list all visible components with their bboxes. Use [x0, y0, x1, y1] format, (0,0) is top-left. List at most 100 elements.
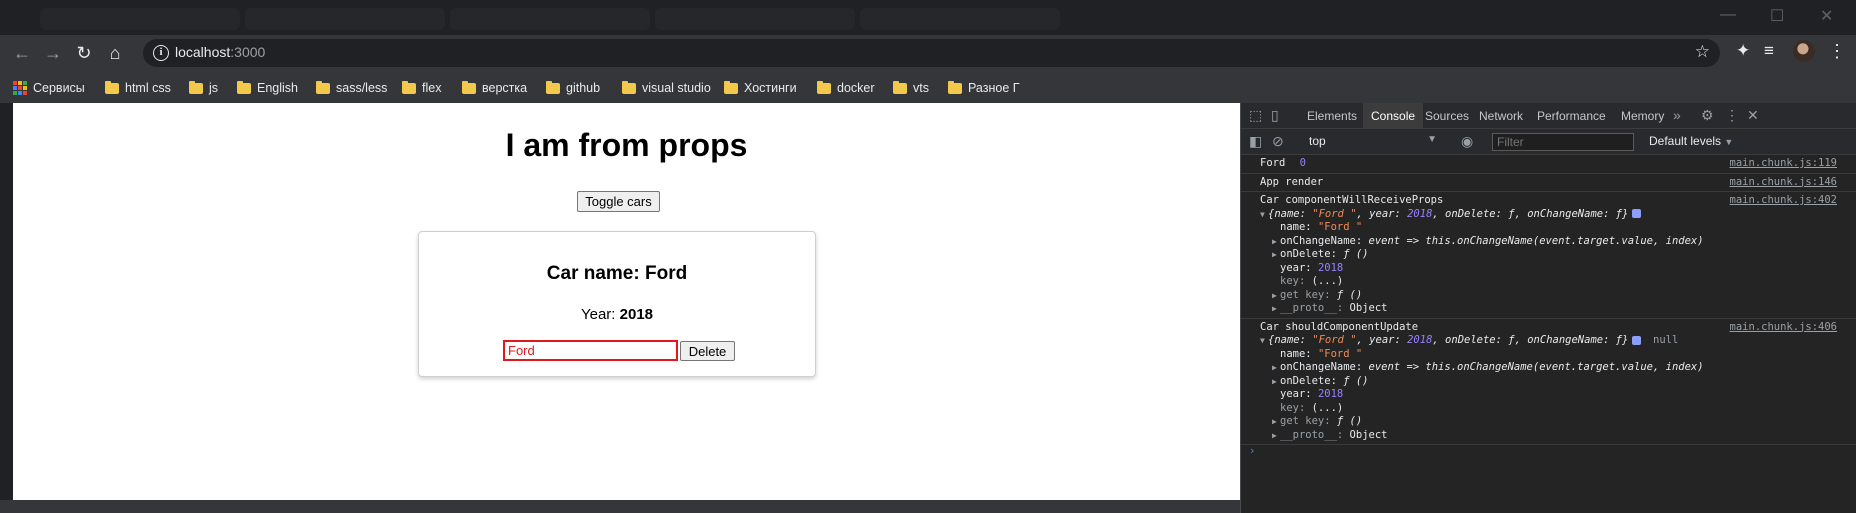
log-levels-dropdown[interactable]: Default levels ▼	[1649, 134, 1733, 148]
message-text: App render	[1260, 175, 1324, 188]
bookmark-folder[interactable]: верстка	[462, 79, 527, 97]
prop-name-value: "Ford "	[1317, 347, 1363, 360]
message-source-link[interactable]: main.chunk.js:406	[1730, 321, 1837, 335]
car-name-input[interactable]	[503, 340, 678, 361]
object-preview[interactable]: ▼ {name: "Ford ", year: 2018, onDelete: ƒ…	[1241, 334, 1856, 348]
bookmark-folder[interactable]: html css	[105, 79, 171, 97]
bookmark-folder[interactable]: visual studio	[622, 79, 711, 97]
object-property[interactable]: key: (...)	[1241, 275, 1856, 289]
log-levels-label: Default levels	[1649, 134, 1722, 148]
extensions-icon[interactable]: ✦	[1736, 41, 1750, 61]
message-source-link[interactable]: main.chunk.js:146	[1730, 176, 1837, 190]
context-select[interactable]: top ▼	[1309, 134, 1437, 148]
browser-tab[interactable]	[655, 8, 855, 30]
media-queue-icon[interactable]: ≡	[1764, 41, 1774, 61]
expand-triangle-icon: ▼	[1260, 209, 1265, 219]
bookmark-folder[interactable]: js	[189, 79, 218, 97]
bookmark-folder[interactable]: docker	[817, 79, 875, 97]
bookmark-label: Разное Г	[968, 81, 1020, 95]
prop-year-value: 2018	[1317, 388, 1344, 400]
bookmark-label: English	[257, 81, 298, 95]
object-property[interactable]: ▶ onChangeName: event => this.onChangeNam…	[1241, 361, 1856, 375]
browser-tab-strip: — ☐ ✕	[0, 0, 1856, 35]
bookmark-folder[interactable]: Разное Г	[948, 79, 1020, 97]
message-text: Ford	[1260, 157, 1286, 169]
console-message: Car shouldComponentUpdate main.chunk.js:…	[1241, 319, 1856, 445]
object-property[interactable]: key: (...)	[1241, 402, 1856, 416]
bookmark-label: docker	[837, 81, 875, 95]
console-filter-input[interactable]	[1492, 133, 1634, 151]
folder-icon	[546, 80, 560, 94]
close-window-icon[interactable]: ✕	[1820, 6, 1833, 26]
bookmark-folder[interactable]: flex	[402, 79, 441, 97]
devtools-menu-icon[interactable]: ⋮	[1725, 107, 1739, 124]
tab-performance[interactable]: Performance	[1529, 103, 1614, 129]
clear-console-icon[interactable]: ⊘	[1272, 133, 1284, 150]
object-property[interactable]: ▶ onDelete: ƒ ()	[1241, 375, 1856, 389]
console-prompt[interactable]: ›	[1241, 445, 1856, 459]
live-expression-eye-icon[interactable]: ◉	[1461, 133, 1473, 150]
folder-icon	[189, 80, 203, 94]
settings-gear-icon[interactable]: ⚙	[1701, 107, 1714, 124]
page-viewport: I am from props Toggle cars Car name: Fo…	[13, 103, 1240, 500]
page-title: I am from props	[505, 127, 748, 163]
folder-icon	[622, 80, 636, 94]
tab-sources[interactable]: Sources	[1417, 103, 1477, 129]
profile-avatar[interactable]	[1793, 40, 1815, 62]
url-text[interactable]: localhost:3000	[175, 44, 265, 60]
back-icon[interactable]: ←	[9, 41, 35, 65]
reload-icon[interactable]: ↻	[71, 41, 97, 65]
toggle-cars-button[interactable]: Toggle cars	[577, 191, 660, 212]
close-devtools-icon[interactable]: ✕	[1747, 107, 1759, 124]
object-property[interactable]: ▶ __proto__: Object	[1241, 302, 1856, 316]
devtools-tabbar: ⬚ ▯ Elements Console Sources Network Per…	[1241, 103, 1856, 129]
folder-icon	[817, 80, 831, 94]
browser-tab[interactable]	[245, 8, 445, 30]
home-icon[interactable]: ⌂	[102, 41, 128, 65]
context-value: top	[1309, 134, 1326, 148]
message-source-link[interactable]: main.chunk.js:119	[1730, 157, 1837, 171]
browser-tab[interactable]	[450, 8, 650, 30]
bookmark-folder[interactable]: English	[237, 79, 298, 97]
forward-icon[interactable]: →	[40, 41, 66, 65]
bookmark-folder[interactable]: sass/less	[316, 79, 387, 97]
tab-network[interactable]: Network	[1471, 103, 1531, 129]
console-message: Ford 0 main.chunk.js:119	[1241, 155, 1856, 174]
bookmark-folder[interactable]: Хостинги	[724, 79, 797, 97]
more-tabs-icon[interactable]: »	[1673, 107, 1681, 123]
object-preview[interactable]: ▼ {name: "Ford ", year: 2018, onDelete: ƒ…	[1241, 208, 1856, 222]
folder-icon	[893, 80, 907, 94]
tab-elements[interactable]: Elements	[1299, 103, 1365, 129]
inspect-element-icon[interactable]: ⬚	[1249, 107, 1262, 124]
prop-getkey-value: ƒ ()	[1336, 288, 1363, 301]
object-property[interactable]: ▶ __proto__: Object	[1241, 429, 1856, 443]
car-year-value: 2018	[619, 306, 654, 323]
site-info-icon[interactable]: i	[153, 45, 169, 61]
delete-button[interactable]: Delete	[680, 341, 735, 361]
tab-memory[interactable]: Memory	[1613, 103, 1672, 129]
bookmark-label: flex	[422, 81, 442, 95]
object-name-value: "Ford "	[1312, 334, 1357, 346]
object-property[interactable]: ▶ get key: ƒ ()	[1241, 415, 1856, 429]
bookmark-services[interactable]: Сервисы	[13, 79, 85, 97]
minimize-icon[interactable]: —	[1720, 6, 1736, 24]
browser-tab[interactable]	[860, 8, 1060, 30]
message-source-link[interactable]: main.chunk.js:402	[1730, 194, 1837, 208]
address-bar[interactable]: i localhost:3000 ☆	[143, 39, 1720, 67]
object-year-value: 2018	[1407, 207, 1433, 220]
object-property: year: 2018	[1280, 388, 1344, 400]
browser-tab[interactable]	[40, 8, 240, 30]
sidebar-toggle-icon[interactable]: ◧	[1249, 133, 1262, 150]
object-property[interactable]: ▶ onDelete: ƒ ()	[1241, 248, 1856, 262]
bookmark-folder[interactable]: github	[546, 79, 600, 97]
device-toolbar-icon[interactable]: ▯	[1271, 107, 1279, 124]
tab-console[interactable]: Console	[1363, 103, 1424, 129]
object-property[interactable]: ▶ get key: ƒ ()	[1241, 289, 1856, 303]
collapsed-triangle-icon: ▶	[1272, 290, 1277, 300]
browser-menu-icon[interactable]: ⋮	[1828, 40, 1846, 62]
object-property[interactable]: ▶ onChangeName: event => this.onChangeNam…	[1241, 235, 1856, 249]
bookmark-folder[interactable]: vts	[893, 79, 929, 97]
message-value: 0	[1299, 157, 1306, 169]
maximize-icon[interactable]: ☐	[1770, 6, 1784, 26]
bookmark-star-icon[interactable]: ☆	[1695, 42, 1710, 62]
